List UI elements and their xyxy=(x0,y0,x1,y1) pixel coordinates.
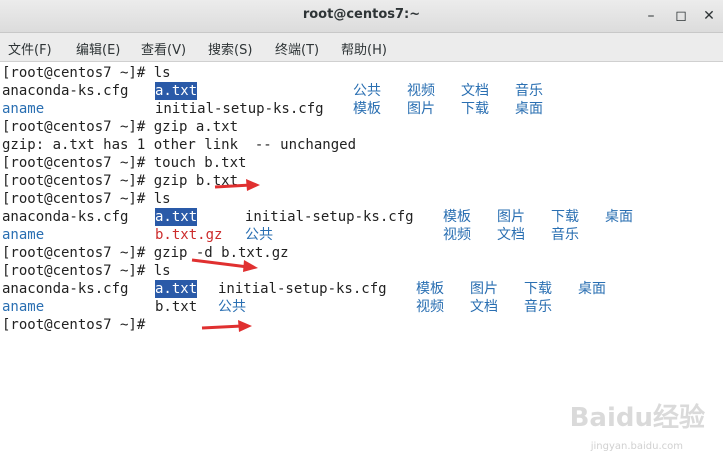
directory-name: 模板 xyxy=(416,281,444,297)
file-name: initial-setup-ks.cfg xyxy=(245,209,414,225)
directory-name: aname xyxy=(2,299,45,315)
annotation-arrow-icon xyxy=(214,179,260,191)
file-name-selected: a.txt xyxy=(155,280,198,298)
directory-name: 下载 xyxy=(551,209,579,225)
minimize-icon[interactable]: – xyxy=(641,6,661,26)
terminal-line: [root@centos7 ~]# gzip a.txt xyxy=(2,119,239,135)
directory-name: 视频 xyxy=(416,299,444,315)
file-name: anaconda-ks.cfg xyxy=(2,281,129,297)
directory-name: aname xyxy=(2,227,45,243)
directory-name: 公共 xyxy=(218,299,246,315)
directory-name: 视频 xyxy=(443,227,471,243)
directory-name: 文档 xyxy=(461,83,489,99)
directory-name: 模板 xyxy=(443,209,471,225)
directory-name: 图片 xyxy=(497,209,525,225)
file-name: initial-setup-ks.cfg xyxy=(155,101,324,117)
menu-terminal[interactable]: 终端(T) xyxy=(275,39,319,58)
file-name-selected: a.txt xyxy=(155,82,198,100)
ls-output-row: aname b.txt 公共 视频 文档 音乐 xyxy=(2,298,722,316)
menu-view[interactable]: 查看(V) xyxy=(141,39,186,58)
file-name: anaconda-ks.cfg xyxy=(2,83,129,99)
watermark-url: jingyan.baidu.com xyxy=(590,441,683,452)
annotation-arrow-icon xyxy=(191,258,258,272)
directory-name: 下载 xyxy=(461,101,489,117)
terminal-line: gzip: a.txt has 1 other link -- unchange… xyxy=(2,137,357,153)
directory-name: 图片 xyxy=(470,281,498,297)
directory-name: 桌面 xyxy=(605,209,633,225)
directory-name: 音乐 xyxy=(515,83,543,99)
annotation-arrow-icon xyxy=(201,320,252,332)
terminal-prompt: [root@centos7 ~]# xyxy=(2,317,146,333)
archive-file-name: b.txt.gz xyxy=(155,227,223,243)
directory-name: 桌面 xyxy=(515,101,543,117)
directory-name: 视频 xyxy=(407,83,435,99)
directory-name: aname xyxy=(2,101,45,117)
ls-output-row: anaconda-ks.cfg a.txt initial-setup-ks.c… xyxy=(2,280,722,298)
terminal-line: [root@centos7 ~]# ls xyxy=(2,263,171,279)
file-name: b.txt xyxy=(155,299,198,315)
menu-help[interactable]: 帮助(H) xyxy=(341,39,387,58)
directory-name: 桌面 xyxy=(578,281,606,297)
directory-name: 音乐 xyxy=(524,299,552,315)
menu-file[interactable]: 文件(F) xyxy=(8,39,52,58)
terminal-line: [root@centos7 ~]# ls xyxy=(2,65,171,81)
directory-name: 音乐 xyxy=(551,227,579,243)
terminal-line: [root@centos7 ~]# gzip b.txt xyxy=(2,173,239,189)
ls-output-row: aname b.txt.gz 公共 视频 文档 音乐 xyxy=(2,226,722,244)
menu-search[interactable]: 搜索(S) xyxy=(208,39,252,58)
close-icon[interactable]: ✕ xyxy=(699,6,719,26)
terminal-line: [root@centos7 ~]# ls xyxy=(2,191,171,207)
window-title: root@centos7:~ xyxy=(302,7,421,22)
title-bar: root@centos7:~ – ◻ ✕ xyxy=(0,0,723,33)
ls-output-row: anaconda-ks.cfg a.txt initial-setup-ks.c… xyxy=(2,208,722,226)
watermark-logo: Baidu经验 xyxy=(569,403,705,433)
directory-name: 模板 xyxy=(353,101,381,117)
directory-name: 下载 xyxy=(524,281,552,297)
ls-output-row: anaconda-ks.cfg a.txt 公共 视频 文档 音乐 xyxy=(2,82,722,100)
menu-edit[interactable]: 编辑(E) xyxy=(76,39,120,58)
file-name-selected: a.txt xyxy=(155,208,198,226)
directory-name: 公共 xyxy=(353,83,381,99)
directory-name: 文档 xyxy=(497,227,525,243)
directory-name: 图片 xyxy=(407,101,435,117)
maximize-icon[interactable]: ◻ xyxy=(671,6,691,26)
file-name: initial-setup-ks.cfg xyxy=(218,281,387,297)
directory-name: 文档 xyxy=(470,299,498,315)
terminal-line: [root@centos7 ~]# touch b.txt xyxy=(2,155,247,171)
directory-name: 公共 xyxy=(245,227,273,243)
file-name: anaconda-ks.cfg xyxy=(2,209,129,225)
menu-bar: 文件(F) 编辑(E) 查看(V) 搜索(S) 终端(T) 帮助(H) xyxy=(0,33,723,62)
ls-output-row: aname initial-setup-ks.cfg 模板 图片 下载 桌面 xyxy=(2,100,722,118)
